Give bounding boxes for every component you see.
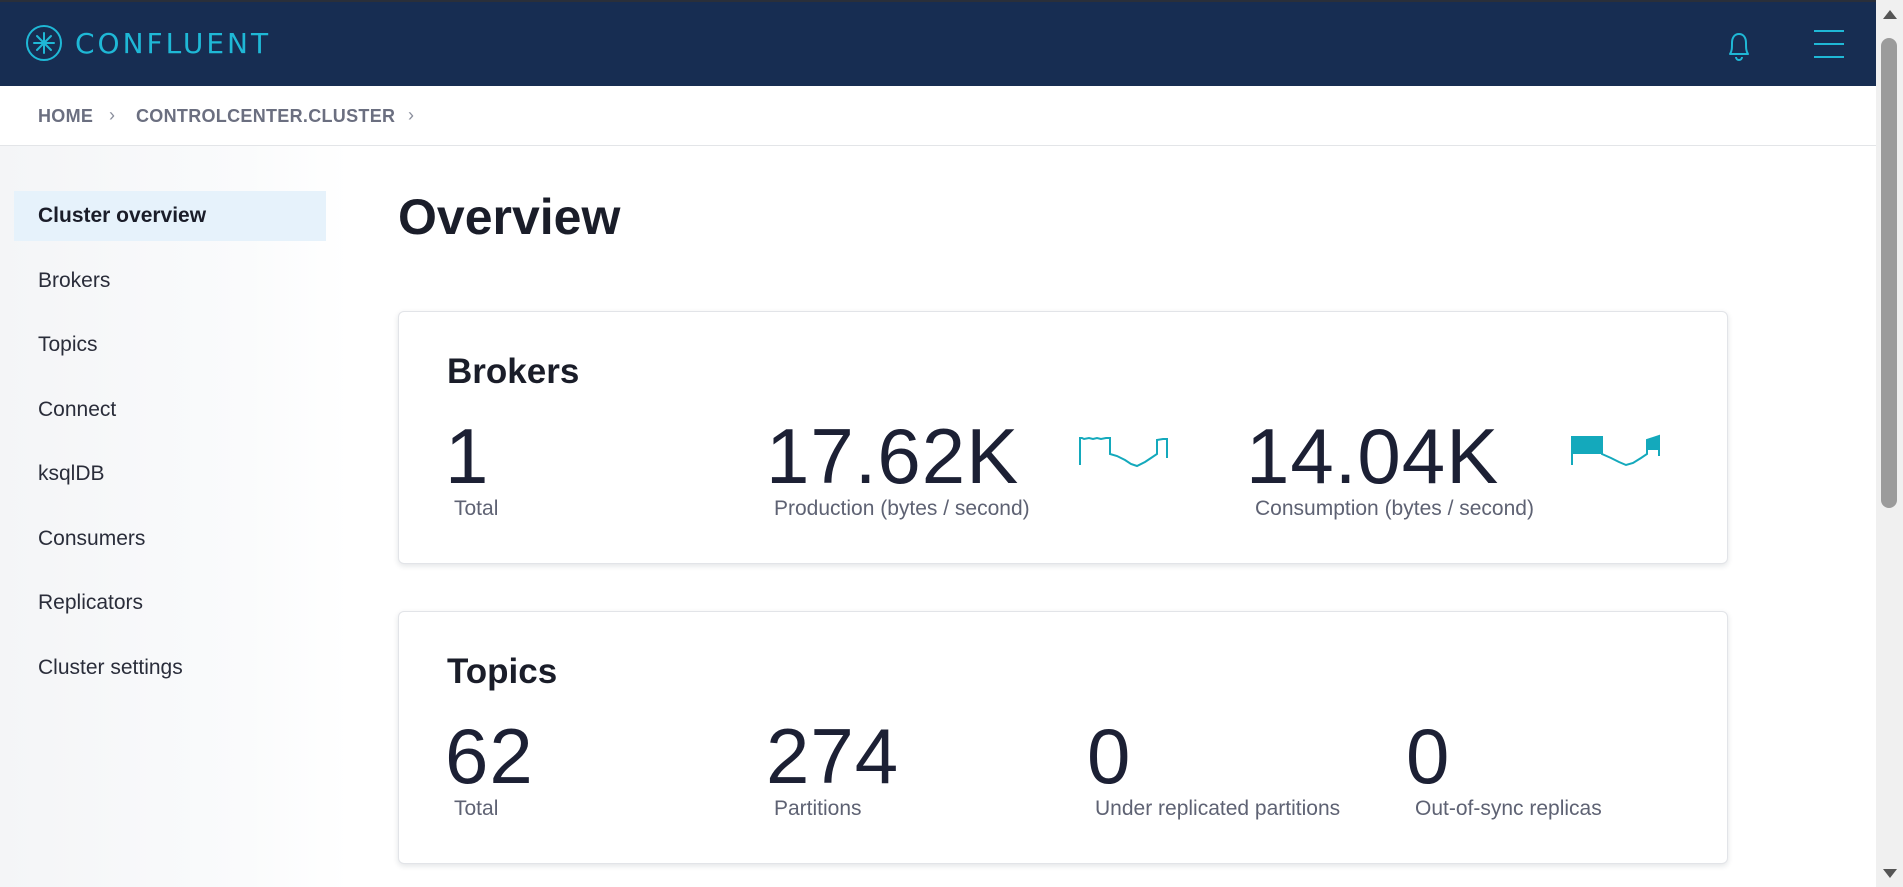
scrollbar-thumb[interactable] [1881,38,1897,508]
topics-card[interactable]: Topics 62 Total 274 Partitions 0 Under r… [398,611,1728,864]
breadcrumb-separator: › [408,105,414,125]
brokers-card-title: Brokers [447,352,580,391]
consumption-value: 14.04K [1246,412,1500,500]
confluent-logo-icon [25,24,63,62]
partitions-value: 274 [766,712,900,800]
sidebar-item-cluster-overview[interactable]: Cluster overview [14,191,326,241]
top-nav-bar: CONFLUENT [0,0,1876,86]
page-title: Overview [398,189,621,245]
out-of-sync-label: Out-of-sync replicas [1415,797,1602,820]
breadcrumb-cluster[interactable]: CONTROLCENTER.CLUSTER [136,106,395,127]
sidebar-item-cluster-settings[interactable]: Cluster settings [14,643,326,693]
bell-icon[interactable] [1723,29,1755,68]
brokers-total-value: 1 [445,412,490,500]
sidebar-item-replicators[interactable]: Replicators [14,578,326,628]
breadcrumb-home[interactable]: HOME [38,106,93,127]
sidebar-item-brokers[interactable]: Brokers [14,256,326,306]
brand-name: CONFLUENT [75,26,272,60]
scroll-up-arrow-icon[interactable] [1883,10,1897,19]
under-replicated-value: 0 [1087,712,1132,800]
sidebar: Cluster overview Brokers Topics Connect … [0,146,350,887]
breadcrumb-separator: › [109,105,115,125]
hamburger-menu-icon[interactable] [1813,28,1845,65]
out-of-sync-value: 0 [1406,712,1451,800]
sidebar-item-connect[interactable]: Connect [14,385,326,435]
topics-card-title: Topics [447,652,558,691]
topics-total-label: Total [454,797,499,820]
brand-logo[interactable]: CONFLUENT [25,24,271,62]
brokers-total-label: Total [454,497,499,520]
topics-total-value: 62 [445,712,534,800]
production-sparkline [1079,436,1168,468]
breadcrumb: HOME › CONTROLCENTER.CLUSTER › [0,86,1876,146]
under-replicated-label: Under replicated partitions [1095,797,1341,820]
scroll-down-arrow-icon[interactable] [1883,869,1897,878]
consumption-label: Consumption (bytes / second) [1255,497,1534,520]
consumption-sparkline [1571,434,1660,467]
sidebar-item-consumers[interactable]: Consumers [14,514,326,564]
sidebar-item-topics[interactable]: Topics [14,320,326,370]
partitions-label: Partitions [774,797,862,820]
production-value: 17.62K [766,412,1020,500]
brokers-card[interactable]: Brokers 1 Total 17.62K Production (bytes… [398,311,1728,564]
production-label: Production (bytes / second) [774,497,1030,520]
page-scrollbar[interactable] [1876,0,1903,887]
sidebar-item-ksqldb[interactable]: ksqlDB [14,449,326,499]
